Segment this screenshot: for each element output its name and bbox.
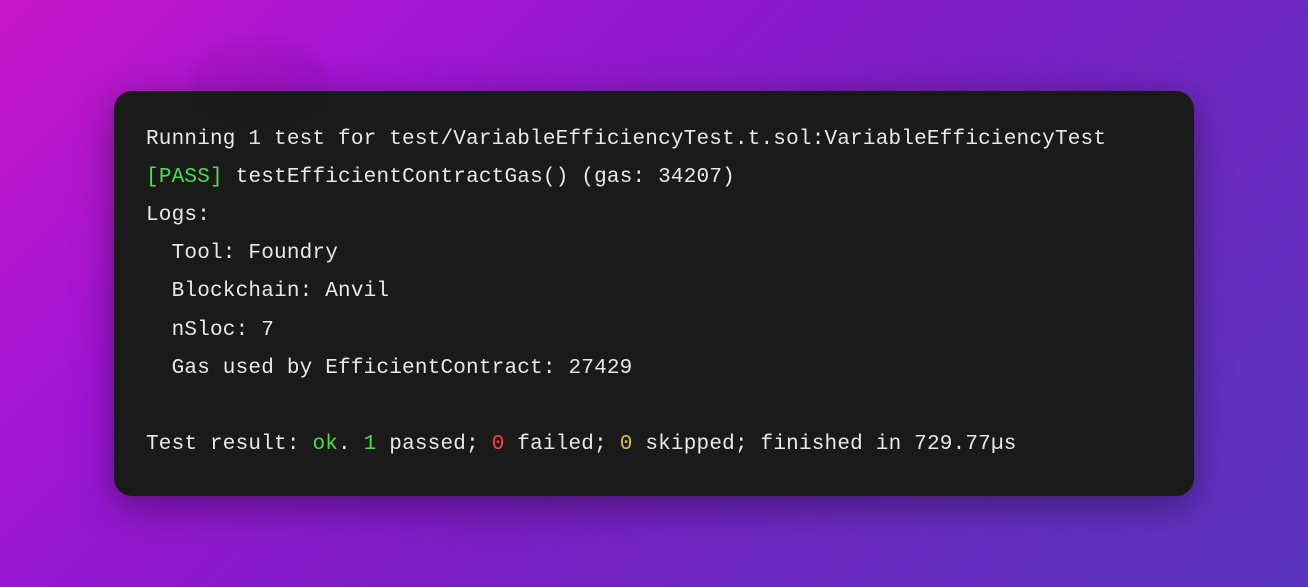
pass-bracket-close: ] [210,166,223,189]
log-gas-used: Gas used by EfficientContract: 27429 [146,350,1162,388]
passed-label: passed; [376,433,491,456]
test-result-line: Test result: ok. 1 passed; 0 failed; 0 s… [146,426,1162,464]
running-test-line: Running 1 test for test/VariableEfficien… [146,121,1162,159]
result-ok: ok [312,433,338,456]
blank-line [146,388,1162,426]
logs-label: Logs: [146,197,1162,235]
result-after-ok: . [338,433,364,456]
result-prefix: Test result: [146,433,312,456]
failed-count: 0 [492,433,505,456]
skipped-count: 0 [620,433,633,456]
pass-label: PASS [159,166,210,189]
log-blockchain: Blockchain: Anvil [146,273,1162,311]
skipped-label: skipped; finished in 729.77µs [633,433,1017,456]
log-tool: Tool: Foundry [146,235,1162,273]
log-nsloc: nSloc: 7 [146,312,1162,350]
test-name: testEfficientContractGas() (gas: 34207) [223,166,735,189]
pass-bracket-open: [ [146,166,159,189]
terminal-output: Running 1 test for test/VariableEfficien… [114,91,1194,497]
failed-label: failed; [505,433,620,456]
passed-count: 1 [364,433,377,456]
pass-line: [PASS] testEfficientContractGas() (gas: … [146,159,1162,197]
